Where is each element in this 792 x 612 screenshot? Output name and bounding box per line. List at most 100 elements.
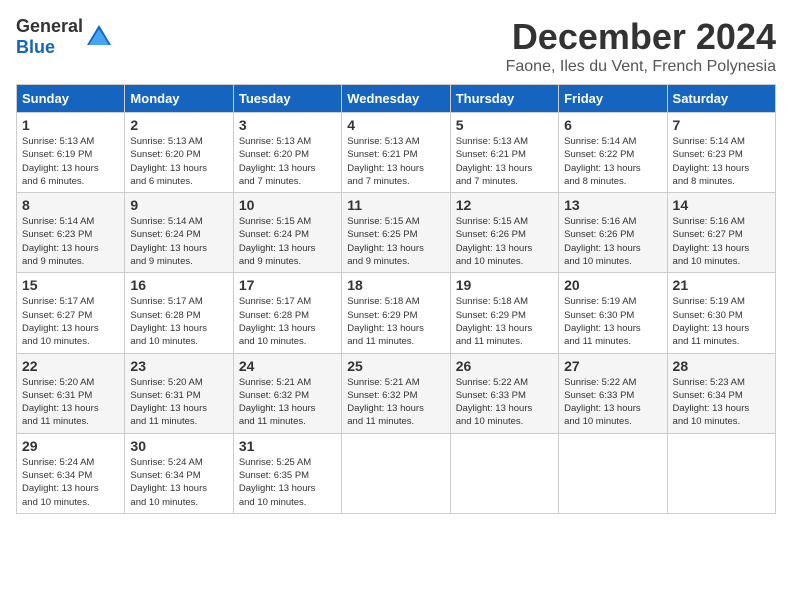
day-info: Sunrise: 5:25 AMSunset: 6:35 PMDaylight:… <box>239 456 336 509</box>
calendar-cell <box>450 433 558 513</box>
day-number: 22 <box>22 358 119 374</box>
month-title: December 2024 <box>506 16 776 58</box>
day-number: 3 <box>239 117 336 133</box>
calendar-cell: 30 Sunrise: 5:24 AMSunset: 6:34 PMDayligh… <box>125 433 233 513</box>
location-subtitle: Faone, Iles du Vent, French Polynesia <box>506 58 776 76</box>
day-number: 4 <box>347 117 444 133</box>
day-info: Sunrise: 5:15 AMSunset: 6:24 PMDaylight:… <box>239 215 336 268</box>
calendar-cell: 10 Sunrise: 5:15 AMSunset: 6:24 PMDayligh… <box>233 193 341 273</box>
day-info: Sunrise: 5:18 AMSunset: 6:29 PMDaylight:… <box>347 295 444 348</box>
header: General Blue December 2024 Faone, Iles d… <box>16 16 776 76</box>
day-number: 7 <box>673 117 770 133</box>
calendar-cell: 26 Sunrise: 5:22 AMSunset: 6:33 PMDayligh… <box>450 353 558 433</box>
day-number: 26 <box>456 358 553 374</box>
day-info: Sunrise: 5:13 AMSunset: 6:20 PMDaylight:… <box>130 135 227 188</box>
day-number: 29 <box>22 438 119 454</box>
day-info: Sunrise: 5:19 AMSunset: 6:30 PMDaylight:… <box>673 295 770 348</box>
calendar-cell: 13Sunrise: 5:16 AMSunset: 6:26 PMDayligh… <box>559 193 667 273</box>
day-info: Sunrise: 5:21 AMSunset: 6:32 PMDaylight:… <box>239 376 336 429</box>
calendar-cell: 4Sunrise: 5:13 AMSunset: 6:21 PMDaylight… <box>342 113 450 193</box>
week-row-4: 22 Sunrise: 5:20 AMSunset: 6:31 PMDayligh… <box>17 353 776 433</box>
day-number: 5 <box>456 117 553 133</box>
calendar-cell: 31Sunrise: 5:25 AMSunset: 6:35 PMDayligh… <box>233 433 341 513</box>
day-number: 23 <box>130 358 227 374</box>
day-info: Sunrise: 5:15 AMSunset: 6:25 PMDaylight:… <box>347 215 444 268</box>
calendar-cell: 3 Sunrise: 5:13 AMSunset: 6:20 PMDaylight… <box>233 113 341 193</box>
day-number: 1 <box>22 117 119 133</box>
calendar-cell: 29 Sunrise: 5:24 AMSunset: 6:34 PMDayligh… <box>17 433 125 513</box>
day-info: Sunrise: 5:15 AMSunset: 6:26 PMDaylight:… <box>456 215 553 268</box>
logo-blue: Blue <box>16 37 55 57</box>
day-number: 25 <box>347 358 444 374</box>
day-number: 17 <box>239 277 336 293</box>
calendar-cell: 15Sunrise: 5:17 AMSunset: 6:27 PMDayligh… <box>17 273 125 353</box>
calendar-cell: 28Sunrise: 5:23 AMSunset: 6:34 PMDayligh… <box>667 353 775 433</box>
day-number: 11 <box>347 197 444 213</box>
calendar-cell: 12 Sunrise: 5:15 AMSunset: 6:26 PMDayligh… <box>450 193 558 273</box>
day-info: Sunrise: 5:20 AMSunset: 6:31 PMDaylight:… <box>130 376 227 429</box>
day-info: Sunrise: 5:20 AMSunset: 6:31 PMDaylight:… <box>22 376 119 429</box>
day-info: Sunrise: 5:19 AMSunset: 6:30 PMDaylight:… <box>564 295 661 348</box>
calendar-cell: 24 Sunrise: 5:21 AMSunset: 6:32 PMDayligh… <box>233 353 341 433</box>
week-row-5: 29 Sunrise: 5:24 AMSunset: 6:34 PMDayligh… <box>17 433 776 513</box>
title-area: December 2024 Faone, Iles du Vent, Frenc… <box>506 16 776 76</box>
day-number: 28 <box>673 358 770 374</box>
day-info: Sunrise: 5:13 AMSunset: 6:19 PMDaylight:… <box>22 135 119 188</box>
weekday-header-tuesday: Tuesday <box>233 85 341 113</box>
logo-general: General <box>16 16 83 36</box>
calendar-cell: 23 Sunrise: 5:20 AMSunset: 6:31 PMDayligh… <box>125 353 233 433</box>
day-number: 14 <box>673 197 770 213</box>
weekday-header-wednesday: Wednesday <box>342 85 450 113</box>
weekday-header-sunday: Sunday <box>17 85 125 113</box>
calendar-cell: 22 Sunrise: 5:20 AMSunset: 6:31 PMDayligh… <box>17 353 125 433</box>
day-info: Sunrise: 5:16 AMSunset: 6:26 PMDaylight:… <box>564 215 661 268</box>
calendar-cell <box>559 433 667 513</box>
day-number: 15 <box>22 277 119 293</box>
logo-text: General Blue <box>16 16 83 58</box>
day-info: Sunrise: 5:24 AMSunset: 6:34 PMDaylight:… <box>130 456 227 509</box>
weekday-header-monday: Monday <box>125 85 233 113</box>
calendar-cell: 20 Sunrise: 5:19 AMSunset: 6:30 PMDayligh… <box>559 273 667 353</box>
logo-icon <box>85 23 113 51</box>
calendar-cell: 11 Sunrise: 5:15 AMSunset: 6:25 PMDayligh… <box>342 193 450 273</box>
weekday-header-row: SundayMondayTuesdayWednesdayThursdayFrid… <box>17 85 776 113</box>
day-info: Sunrise: 5:13 AMSunset: 6:21 PMDaylight:… <box>456 135 553 188</box>
calendar-cell <box>342 433 450 513</box>
day-number: 10 <box>239 197 336 213</box>
week-row-1: 1 Sunrise: 5:13 AMSunset: 6:19 PMDaylight… <box>17 113 776 193</box>
calendar-cell: 14 Sunrise: 5:16 AMSunset: 6:27 PMDayligh… <box>667 193 775 273</box>
calendar-cell: 19Sunrise: 5:18 AMSunset: 6:29 PMDayligh… <box>450 273 558 353</box>
day-info: Sunrise: 5:14 AMSunset: 6:23 PMDaylight:… <box>22 215 119 268</box>
day-info: Sunrise: 5:22 AMSunset: 6:33 PMDaylight:… <box>456 376 553 429</box>
day-info: Sunrise: 5:22 AMSunset: 6:33 PMDaylight:… <box>564 376 661 429</box>
day-number: 24 <box>239 358 336 374</box>
weekday-header-saturday: Saturday <box>667 85 775 113</box>
calendar-cell: 17 Sunrise: 5:17 AMSunset: 6:28 PMDayligh… <box>233 273 341 353</box>
day-number: 6 <box>564 117 661 133</box>
calendar-cell: 21 Sunrise: 5:19 AMSunset: 6:30 PMDayligh… <box>667 273 775 353</box>
logo: General Blue <box>16 16 113 58</box>
day-info: Sunrise: 5:21 AMSunset: 6:32 PMDaylight:… <box>347 376 444 429</box>
calendar-cell <box>667 433 775 513</box>
day-number: 18 <box>347 277 444 293</box>
calendar-cell: 6Sunrise: 5:14 AMSunset: 6:22 PMDaylight… <box>559 113 667 193</box>
calendar-cell: 2Sunrise: 5:13 AMSunset: 6:20 PMDaylight… <box>125 113 233 193</box>
day-number: 16 <box>130 277 227 293</box>
calendar-cell: 9Sunrise: 5:14 AMSunset: 6:24 PMDaylight… <box>125 193 233 273</box>
day-info: Sunrise: 5:16 AMSunset: 6:27 PMDaylight:… <box>673 215 770 268</box>
day-number: 30 <box>130 438 227 454</box>
day-number: 21 <box>673 277 770 293</box>
day-info: Sunrise: 5:13 AMSunset: 6:20 PMDaylight:… <box>239 135 336 188</box>
day-info: Sunrise: 5:14 AMSunset: 6:23 PMDaylight:… <box>673 135 770 188</box>
day-info: Sunrise: 5:14 AMSunset: 6:24 PMDaylight:… <box>130 215 227 268</box>
calendar-cell: 18 Sunrise: 5:18 AMSunset: 6:29 PMDayligh… <box>342 273 450 353</box>
calendar-cell: 25 Sunrise: 5:21 AMSunset: 6:32 PMDayligh… <box>342 353 450 433</box>
week-row-2: 8Sunrise: 5:14 AMSunset: 6:23 PMDaylight… <box>17 193 776 273</box>
calendar-cell: 16Sunrise: 5:17 AMSunset: 6:28 PMDayligh… <box>125 273 233 353</box>
calendar-cell: 1 Sunrise: 5:13 AMSunset: 6:19 PMDaylight… <box>17 113 125 193</box>
calendar-cell: 5 Sunrise: 5:13 AMSunset: 6:21 PMDaylight… <box>450 113 558 193</box>
day-info: Sunrise: 5:17 AMSunset: 6:28 PMDaylight:… <box>239 295 336 348</box>
day-info: Sunrise: 5:24 AMSunset: 6:34 PMDaylight:… <box>22 456 119 509</box>
day-number: 12 <box>456 197 553 213</box>
day-number: 20 <box>564 277 661 293</box>
